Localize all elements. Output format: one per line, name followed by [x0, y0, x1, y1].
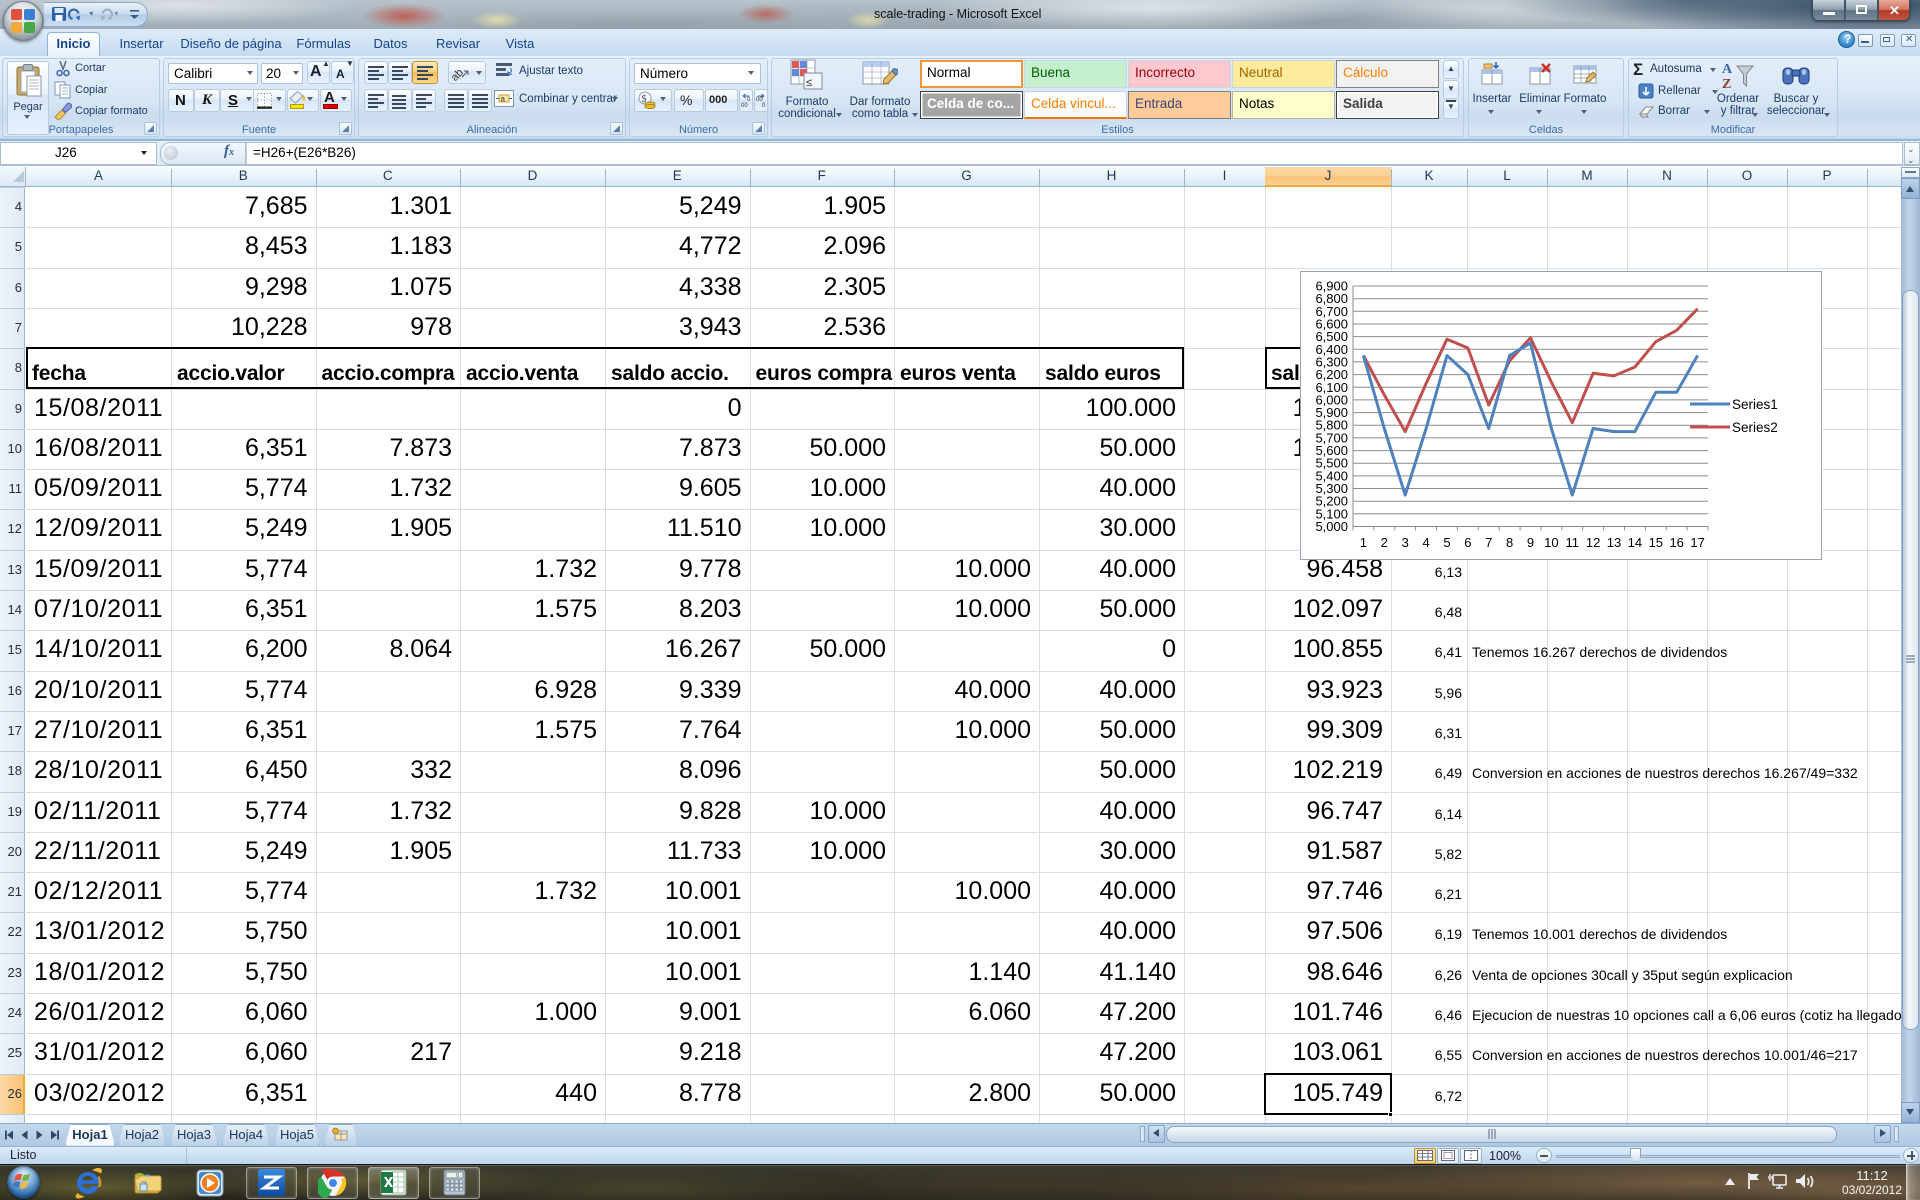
svg-text:6,900: 6,900: [1315, 279, 1348, 294]
svg-text:0: 0: [456, 1173, 459, 1179]
svg-text:0: 0: [762, 103, 766, 109]
svg-text:A: A: [1722, 62, 1733, 77]
svg-text:5: 5: [1443, 535, 1450, 550]
svg-text:1: 1: [1360, 535, 1367, 550]
svg-text:≤: ≤: [806, 77, 812, 89]
svg-text:4: 4: [1422, 535, 1429, 550]
svg-text:Series2: Series2: [1732, 420, 1778, 435]
svg-text:3: 3: [1402, 535, 1409, 550]
svg-text:16: 16: [1669, 535, 1683, 550]
svg-text:11: 11: [1566, 535, 1580, 550]
svg-text:2: 2: [1381, 535, 1388, 550]
svg-text:ab: ab: [452, 67, 466, 82]
svg-text:9: 9: [1527, 535, 1534, 550]
svg-text:15: 15: [1649, 535, 1663, 550]
svg-text:6: 6: [1464, 535, 1471, 550]
svg-text:10: 10: [1544, 535, 1558, 550]
svg-text:Z: Z: [1722, 77, 1731, 92]
svg-text:7: 7: [1485, 535, 1492, 550]
svg-text:17: 17: [1690, 535, 1704, 550]
svg-text:14: 14: [1628, 535, 1642, 550]
svg-text:13: 13: [1607, 535, 1621, 550]
svg-text:Series1: Series1: [1732, 397, 1778, 412]
svg-text:a: a: [501, 95, 506, 104]
svg-text:00: 00: [741, 103, 748, 109]
svg-text:12: 12: [1586, 535, 1600, 550]
svg-text:8: 8: [1506, 535, 1513, 550]
